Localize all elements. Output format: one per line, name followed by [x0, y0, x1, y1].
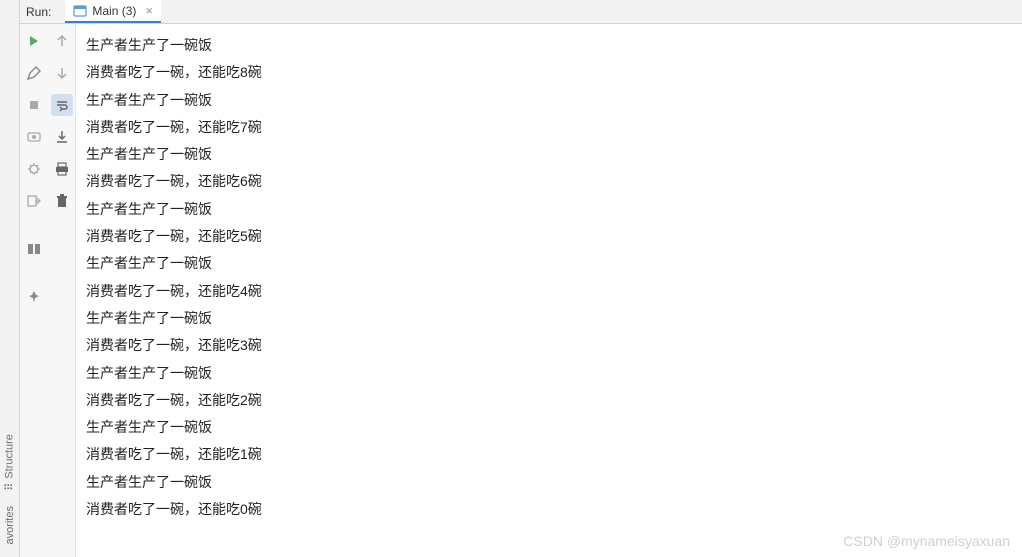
- structure-label: Structure: [4, 434, 16, 479]
- close-icon[interactable]: ×: [141, 3, 153, 18]
- console-line: 消费者吃了一碗，还能吃7碗: [86, 114, 1012, 141]
- console-line: 消费者吃了一碗，还能吃4碗: [86, 278, 1012, 305]
- console-line: 消费者吃了一碗，还能吃6碗: [86, 168, 1012, 195]
- print-button[interactable]: [51, 158, 73, 180]
- console-line: 消费者吃了一碗，还能吃5碗: [86, 223, 1012, 250]
- console-line: 生产者生产了一碗饭: [86, 360, 1012, 387]
- run-tab-header: Run: Main (3) ×: [20, 0, 1022, 24]
- left-gutter-tabs: ⠿ Structure avorites: [0, 0, 20, 557]
- tab-title: Main (3): [92, 4, 136, 18]
- application-icon: [73, 4, 87, 18]
- pin-button[interactable]: [23, 286, 45, 308]
- clear-all-button[interactable]: [51, 190, 73, 212]
- up-stack-button[interactable]: [51, 30, 73, 52]
- console-line: 消费者吃了一碗，还能吃3碗: [86, 332, 1012, 359]
- console-line: 生产者生产了一碗饭: [86, 469, 1012, 496]
- console-line: 消费者吃了一碗，还能吃0碗: [86, 496, 1012, 523]
- stop-button[interactable]: [23, 94, 45, 116]
- console-line: 消费者吃了一碗，还能吃2碗: [86, 387, 1012, 414]
- run-toolbar-primary: [20, 24, 48, 557]
- run-label: Run:: [26, 5, 65, 19]
- exit-button[interactable]: [23, 190, 45, 212]
- structure-tool-tab[interactable]: ⠿ Structure: [3, 426, 16, 499]
- rerun-button[interactable]: [23, 30, 45, 52]
- console-line: 生产者生产了一碗饭: [86, 32, 1012, 59]
- modify-run-config-button[interactable]: [23, 62, 45, 84]
- console-line: 生产者生产了一碗饭: [86, 414, 1012, 441]
- layout-button[interactable]: [23, 238, 45, 260]
- console-output[interactable]: 生产者生产了一碗饭消费者吃了一碗，还能吃8碗生产者生产了一碗饭消费者吃了一碗，还…: [76, 24, 1022, 557]
- console-line: 消费者吃了一碗，还能吃8碗: [86, 59, 1012, 86]
- console-line: 生产者生产了一碗饭: [86, 87, 1012, 114]
- run-config-tab[interactable]: Main (3) ×: [65, 0, 161, 23]
- console-line: 生产者生产了一碗饭: [86, 250, 1012, 277]
- console-line: 生产者生产了一碗饭: [86, 196, 1012, 223]
- dump-threads-button[interactable]: [23, 126, 45, 148]
- console-line: 生产者生产了一碗饭: [86, 141, 1012, 168]
- favorites-tool-tab[interactable]: avorites: [4, 498, 16, 553]
- attach-debugger-button[interactable]: [23, 158, 45, 180]
- structure-icon: ⠿: [3, 482, 16, 490]
- console-line: 生产者生产了一碗饭: [86, 305, 1012, 332]
- console-line: 消费者吃了一碗，还能吃1碗: [86, 441, 1012, 468]
- soft-wrap-button[interactable]: [51, 94, 73, 116]
- scroll-to-end-button[interactable]: [51, 126, 73, 148]
- down-stack-button[interactable]: [51, 62, 73, 84]
- run-toolbar-secondary: [48, 24, 76, 557]
- favorites-label: avorites: [4, 506, 16, 545]
